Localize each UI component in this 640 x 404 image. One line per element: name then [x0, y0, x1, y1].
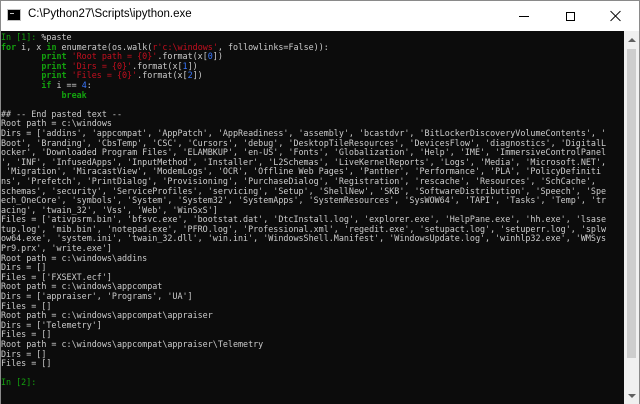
console-text-segment: ]): [192, 70, 203, 81]
console-text-segment: 'Root path = {0}': [71, 51, 158, 62]
console-text-segment: Dirs = ['addins', 'appcompat', 'AppPatch…: [1, 127, 607, 138]
console-line: Dirs = ['appraiser', 'Programs', 'UA']: [1, 291, 606, 302]
console-text-segment: Dirs = ['appraiser', 'Programs', 'UA']: [1, 291, 193, 302]
console-text-segment: .format(x[: [137, 70, 188, 81]
console-text-segment: Files = []: [1, 300, 52, 311]
console-text-segment: Root path = c:\windows\appcompat\apprais…: [1, 310, 213, 321]
arrow-up-icon: [627, 37, 636, 42]
title-bar[interactable]: C:\Python27\Scripts\ipython.exe: [1, 1, 639, 31]
console-text-segment: Root path = c:\windows: [1, 118, 112, 129]
console-text-segment: print: [1, 51, 72, 62]
scrollbar-thumb[interactable]: [627, 49, 636, 358]
console-line: break: [1, 89, 606, 101]
console-line: In [2]:: [1, 378, 606, 388]
console-text-segment: %paste: [41, 32, 72, 42]
console-text-segment: :: [86, 79, 92, 90]
console-line: Dirs = []: [1, 348, 606, 360]
console-line: Dirs = ['Telemetry']: [1, 319, 606, 331]
console-lines: In [1]: %paste for i, x in enumerate(os.w…: [1, 32, 607, 388]
console-text-segment: In [1]:: [1, 32, 42, 42]
console-text-segment: Files = ['ativpsrm.bin', 'bfsvc.exe', 'b…: [1, 214, 607, 225]
console-text-segment: Root path = c:\windows\appcompat: [1, 281, 163, 292]
console-text-segment: tup.log', 'mib.bin', 'notepad.exe', 'PFR…: [1, 223, 607, 234]
maximize-button[interactable]: [547, 1, 593, 31]
console-text-segment: Files = []: [1, 329, 52, 340]
console-text-segment: In [2]:: [1, 377, 42, 388]
console-text-segment: 'Files = {0}': [71, 70, 138, 81]
console-text-segment: .format(x[: [157, 51, 208, 62]
console-text-segment: break: [1, 89, 87, 100]
console-text-segment: if: [1, 79, 52, 90]
close-button[interactable]: [593, 1, 639, 31]
console-text-segment: ns', 'Prefetch', 'PrintDialog', 'Provisi…: [1, 175, 596, 186]
console-line: if i == 4:: [1, 79, 606, 91]
console-text-segment: 'Dirs = {0}': [71, 60, 133, 71]
console-text-segment: schemas', 'security', 'ServiceProfiles',…: [1, 185, 607, 196]
minimize-button[interactable]: [501, 1, 547, 31]
console-text-segment: ## -- End pasted text --: [1, 108, 123, 119]
scroll-down-button[interactable]: [624, 387, 639, 404]
console-icon: [7, 9, 21, 21]
console-text-segment: 'Migration', 'MiracastView', 'ModemLogs'…: [1, 166, 602, 177]
console-text-segment: ]): [187, 60, 198, 71]
console-text-segment: Dirs = []: [1, 262, 47, 273]
console-text-segment: ow64.exe', 'system.ini', 'twain_32.dll',…: [1, 233, 607, 244]
console-text-segment: Pr9.prx', 'write.exe']: [1, 243, 112, 254]
console-line: Files = []: [1, 358, 606, 369]
console-text-segment: acing', 'twain_32', 'Vss', 'Web', 'WinSx…: [1, 204, 218, 215]
console-text-segment: ]): [212, 51, 223, 62]
console-text-segment: ', 'INF', 'InfusedApps', 'InputMethod', …: [1, 156, 607, 167]
console-text-segment: print: [1, 60, 72, 71]
maximize-icon: [565, 11, 575, 21]
console-text-segment: in: [46, 41, 57, 52]
console-text-segment: .format(x[: [132, 60, 183, 71]
console-text-segment: Boot', 'Branding', 'CbsTemp', 'CSC', 'Cu…: [1, 137, 607, 148]
console-text-segment: Files = []: [1, 358, 52, 369]
console-line: Root path = c:\windows\addins: [1, 252, 606, 264]
console-text-segment: Dirs = ['Telemetry']: [1, 319, 102, 330]
arrow-down-icon: [627, 393, 636, 398]
scroll-up-button[interactable]: [624, 31, 639, 48]
console-text-segment: Root path = c:\windows\appcompat\apprais…: [1, 339, 264, 349]
console-text-segment: r'c:\windows': [152, 41, 218, 52]
console-line: Root path = c:\windows\appcompat\apprais…: [1, 339, 606, 350]
vertical-scrollbar[interactable]: [624, 31, 639, 404]
console-text-segment: Files = ['FXSEXT.ecf']: [1, 271, 112, 282]
console-text-segment: ech_OneCore', 'symbols', 'System', 'Syst…: [1, 195, 607, 206]
console-output[interactable]: In [1]: %paste for i, x in enumerate(os.w…: [1, 31, 624, 404]
console-text-segment: ocker', 'Downloaded Program Files', 'ELA…: [1, 147, 607, 158]
console-text-segment: print: [1, 70, 72, 81]
console-text-segment: , followlinks=False)):: [217, 41, 329, 52]
console-text-segment: i, x: [16, 41, 47, 52]
console-text-segment: enumerate(os.walk(: [56, 41, 153, 52]
minimize-icon: [519, 15, 529, 17]
close-icon: [610, 10, 622, 22]
console-window: C:\Python27\Scripts\ipython.exe In [1]: …: [0, 0, 640, 404]
console-text-segment: for: [1, 41, 17, 52]
console-text-segment: Root path = c:\windows\addins: [1, 252, 148, 263]
console-text-segment: Dirs = []: [1, 348, 47, 359]
window-title: C:\Python27\Scripts\ipython.exe: [28, 8, 192, 20]
console-text-segment: i ==: [51, 79, 82, 90]
